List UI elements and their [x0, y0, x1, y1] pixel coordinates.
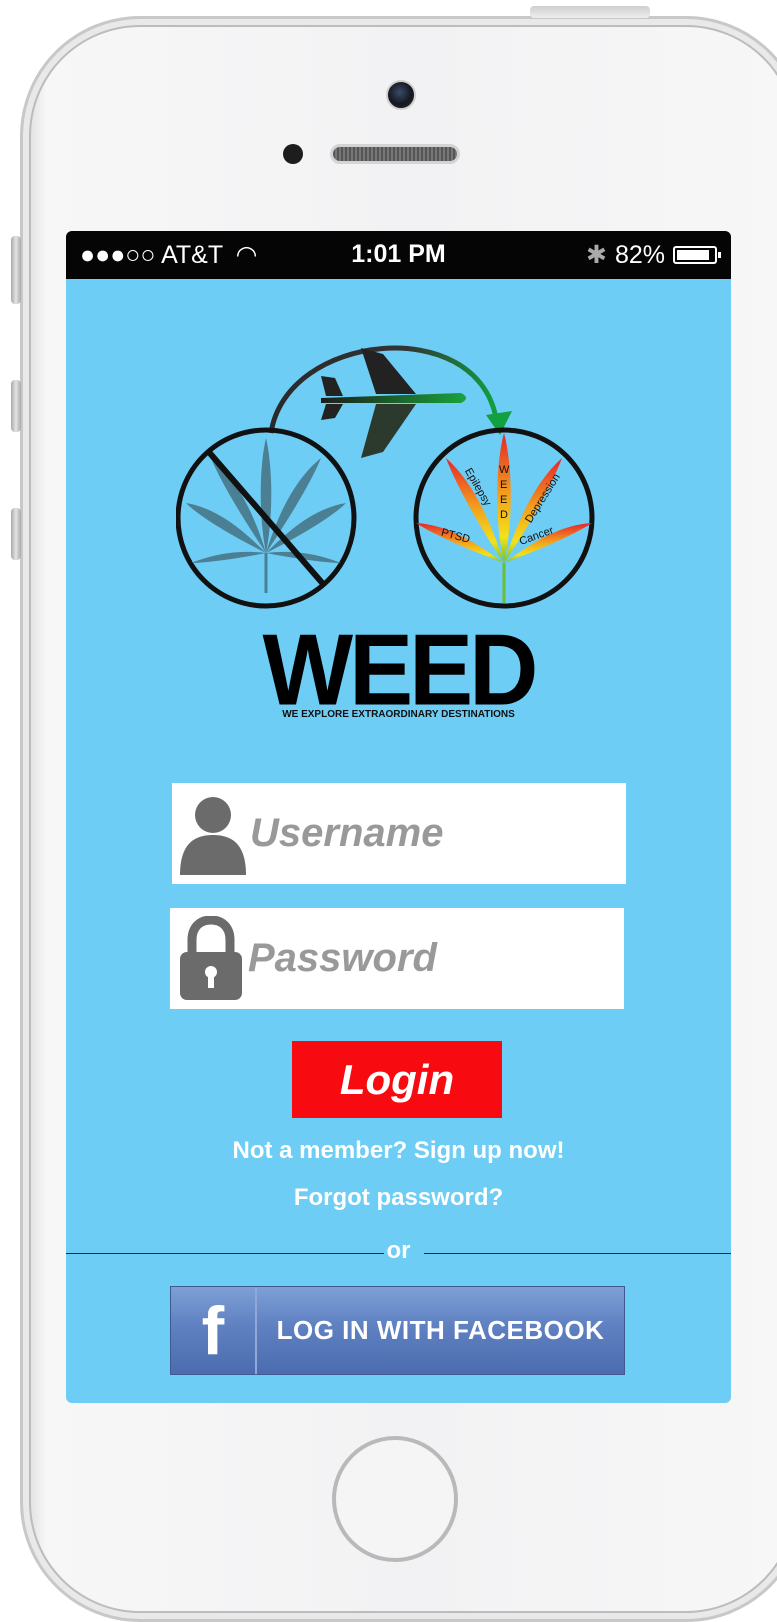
password-field[interactable] — [170, 908, 624, 1009]
front-camera — [386, 80, 416, 110]
bluetooth-icon: ✱ — [586, 241, 607, 269]
power-button — [530, 6, 650, 18]
lock-icon — [176, 915, 246, 1000]
login-button[interactable]: Login — [292, 1041, 502, 1118]
volume-down-button — [11, 508, 21, 560]
status-bar: ●●●○○ AT&T ◠ 1:01 PM ✱ 82% — [66, 231, 731, 279]
earpiece-speaker — [330, 144, 460, 164]
or-separator: or — [386, 1237, 411, 1264]
leaf-letter-w: W — [499, 464, 510, 476]
facebook-login-label: LOG IN WITH FACEBOOK — [276, 1315, 605, 1345]
volume-up-button — [11, 380, 21, 432]
proximity-sensor — [283, 144, 303, 164]
facebook-login-button[interactable]: f LOG IN WITH FACEBOOK — [170, 1286, 625, 1375]
signup-link[interactable]: Not a member? Sign up now! — [66, 1137, 731, 1165]
leaf-letter-d: D — [500, 509, 508, 521]
password-input[interactable] — [246, 935, 580, 982]
leaf-letter-e1: E — [500, 479, 507, 491]
username-field[interactable] — [172, 783, 626, 884]
facebook-icon: f — [171, 1287, 257, 1374]
home-button[interactable] — [332, 1436, 458, 1562]
logo-tagline: WE EXPLORE EXTRAORDINARY DESTINATIONS — [282, 709, 515, 720]
status-right: ✱ 82% — [586, 240, 721, 270]
user-icon — [178, 794, 248, 875]
mute-switch — [11, 236, 21, 304]
battery-icon — [673, 246, 721, 264]
airplane-icon — [321, 348, 466, 458]
username-input[interactable] — [248, 810, 582, 857]
battery-percent: 82% — [614, 240, 665, 269]
leaf-letter-e2: E — [500, 494, 507, 506]
app-screen: ●●●○○ AT&T ◠ 1:01 PM ✱ 82% W E E D Epile… — [66, 231, 731, 1403]
forgot-password-link[interactable]: Forgot password? — [66, 1184, 731, 1212]
